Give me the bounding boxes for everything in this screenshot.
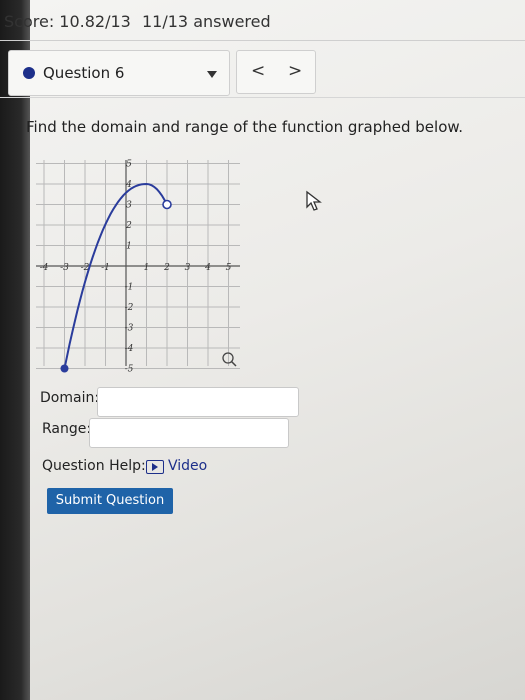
magnifier-icon — [222, 352, 237, 367]
x-tick-label: 5 — [226, 263, 232, 273]
x-tick-label: 3 — [185, 263, 191, 273]
x-tick-label: -1 — [101, 263, 110, 273]
video-play-icon[interactable] — [146, 460, 164, 474]
domain-label: Domain: — [40, 390, 100, 406]
question-help-label: Question Help: — [42, 458, 146, 474]
header-divider — [0, 97, 525, 98]
y-tick-label: 5 — [126, 160, 132, 170]
x-tick-label: -4 — [40, 263, 49, 273]
question-selector[interactable]: Question 6 — [8, 50, 230, 96]
screen-bezel — [0, 0, 30, 700]
range-input[interactable] — [89, 418, 289, 448]
submit-question-button[interactable]: Submit Question — [47, 488, 173, 514]
range-label: Range: — [42, 421, 92, 437]
x-tick-label: -3 — [60, 263, 69, 273]
previous-question-button[interactable]: < — [251, 61, 265, 81]
function-graph: -5-4-3-2-11234554321-1-2-3-4-5 — [28, 160, 240, 375]
open-endpoint — [162, 199, 172, 210]
y-tick-label: -4 — [125, 344, 134, 354]
y-tick-label: 1 — [126, 242, 132, 252]
y-tick-label: -1 — [125, 283, 134, 293]
y-tick-label: -5 — [125, 365, 134, 375]
y-tick-label: 2 — [125, 221, 132, 231]
domain-input[interactable] — [97, 387, 299, 417]
video-help-link[interactable]: Video — [168, 458, 207, 474]
x-tick-label: 2 — [163, 263, 170, 273]
closed-endpoint — [60, 364, 69, 373]
function-curve — [63, 182, 168, 369]
y-tick-label: 3 — [126, 201, 132, 211]
mouse-pointer-icon — [306, 190, 322, 211]
answered-count: 11/13 answered — [142, 12, 271, 31]
question-nav-buttons: < > — [236, 50, 316, 94]
question-status-dot — [23, 67, 35, 79]
y-tick-label: -3 — [125, 324, 134, 334]
x-tick-label: 4 — [204, 263, 211, 273]
next-question-button[interactable]: > — [288, 61, 302, 81]
x-tick-label: 1 — [144, 263, 150, 273]
dropdown-caret-icon — [207, 71, 217, 78]
score-bar: Score: 10.82/13 11/13 answered — [0, 0, 525, 41]
question-prompt: Find the domain and range of the functio… — [26, 118, 464, 136]
y-tick-label: -2 — [125, 303, 134, 313]
graph-tick-labels: -5-4-3-2-11234554321-1-2-3-4-5 — [28, 160, 232, 375]
score-text: Score: 10.82/13 — [4, 12, 131, 31]
question-label: Question 6 — [43, 64, 125, 82]
